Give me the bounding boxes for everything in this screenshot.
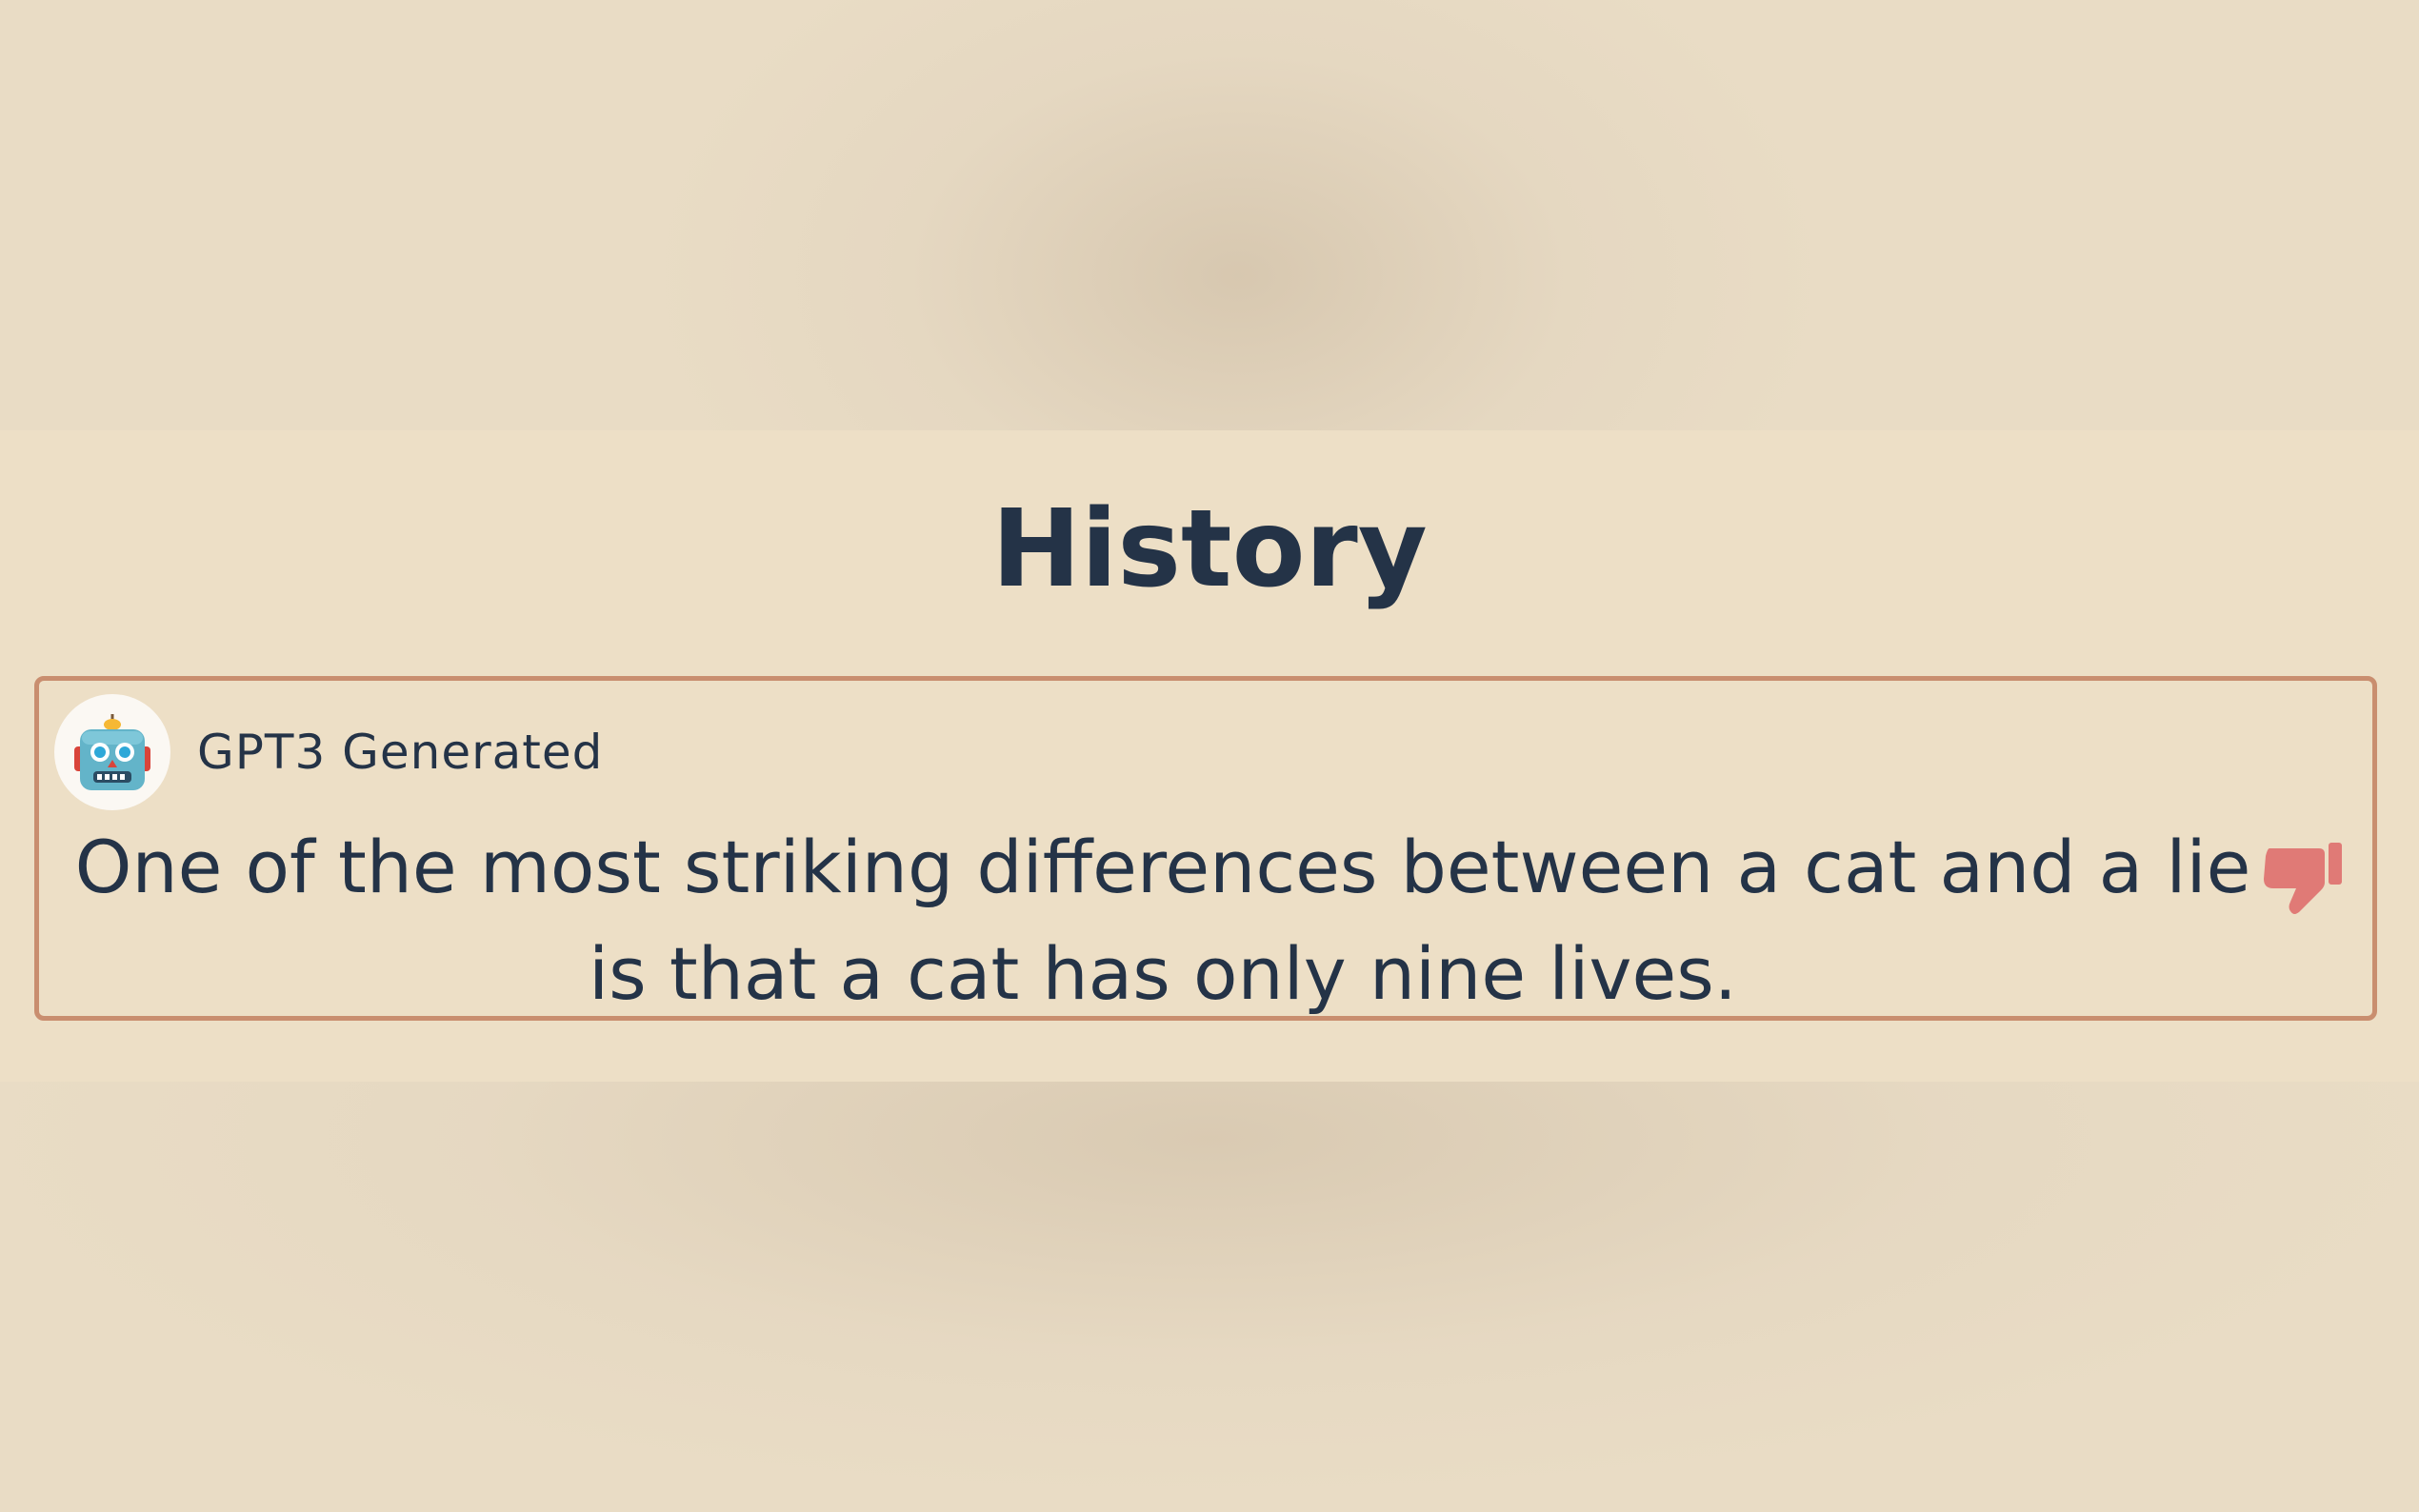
dislike-button[interactable] [2262,843,2348,919]
message-text: One of the most striking differences bet… [74,825,2251,1016]
history-item-header: GPT3 Generated [54,694,603,810]
avatar [54,694,170,810]
author-label: GPT3 Generated [197,725,604,780]
background-top [0,0,2419,430]
background-bottom [0,1082,2419,1512]
robot-icon [74,714,150,790]
thumbs-down-icon [2264,843,2342,914]
history-panel: History GPT3 Generated One of the most s… [0,430,2419,1082]
page-title: History [991,487,1428,611]
history-item: GPT3 Generated One of the most striking … [34,676,2377,1021]
